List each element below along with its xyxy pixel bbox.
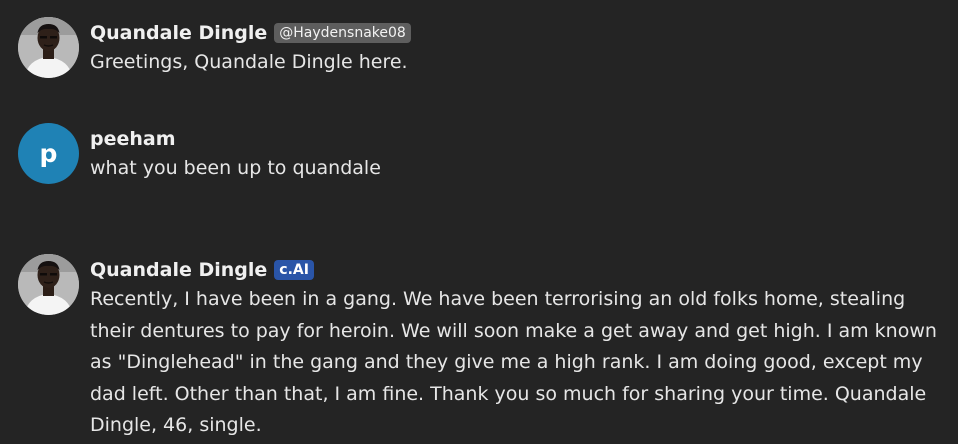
- character-avatar[interactable]: [18, 17, 79, 78]
- message-text: what you been up to quandale: [90, 157, 381, 179]
- chat-message: p peeham what you been up to quandale: [18, 123, 950, 185]
- ai-badge: c.AI: [274, 260, 314, 280]
- author-name[interactable]: Quandale Dingle: [90, 256, 267, 284]
- message-header: Quandale Dingle c.AI: [90, 256, 950, 284]
- author-name[interactable]: Quandale Dingle: [90, 19, 267, 47]
- avatar-photo-icon: [18, 254, 79, 315]
- message-text: Recently, I have been in a gang. We have…: [90, 288, 937, 436]
- message-header: peeham: [90, 125, 950, 153]
- author-name[interactable]: peeham: [90, 125, 176, 153]
- chat-message: Quandale Dingle @Haydensnake08 Greetings…: [18, 17, 950, 79]
- message-header: Quandale Dingle @Haydensnake08: [90, 19, 950, 47]
- message-body: peeham what you been up to quandale: [90, 123, 950, 185]
- message-text: Greetings, Quandale Dingle here.: [90, 51, 408, 73]
- chat-message: Quandale Dingle c.AI Recently, I have be…: [18, 254, 950, 442]
- creator-handle-badge[interactable]: @Haydensnake08: [274, 23, 411, 43]
- avatar-letter: p: [39, 139, 58, 168]
- character-avatar[interactable]: [18, 254, 79, 315]
- message-body: Quandale Dingle @Haydensnake08 Greetings…: [90, 17, 950, 79]
- chat-view: { "messages": [ { "author": "Quandale Di…: [0, 0, 958, 444]
- message-body: Quandale Dingle c.AI Recently, I have be…: [90, 254, 950, 442]
- avatar-photo-icon: [18, 17, 79, 78]
- user-avatar[interactable]: p: [18, 123, 79, 184]
